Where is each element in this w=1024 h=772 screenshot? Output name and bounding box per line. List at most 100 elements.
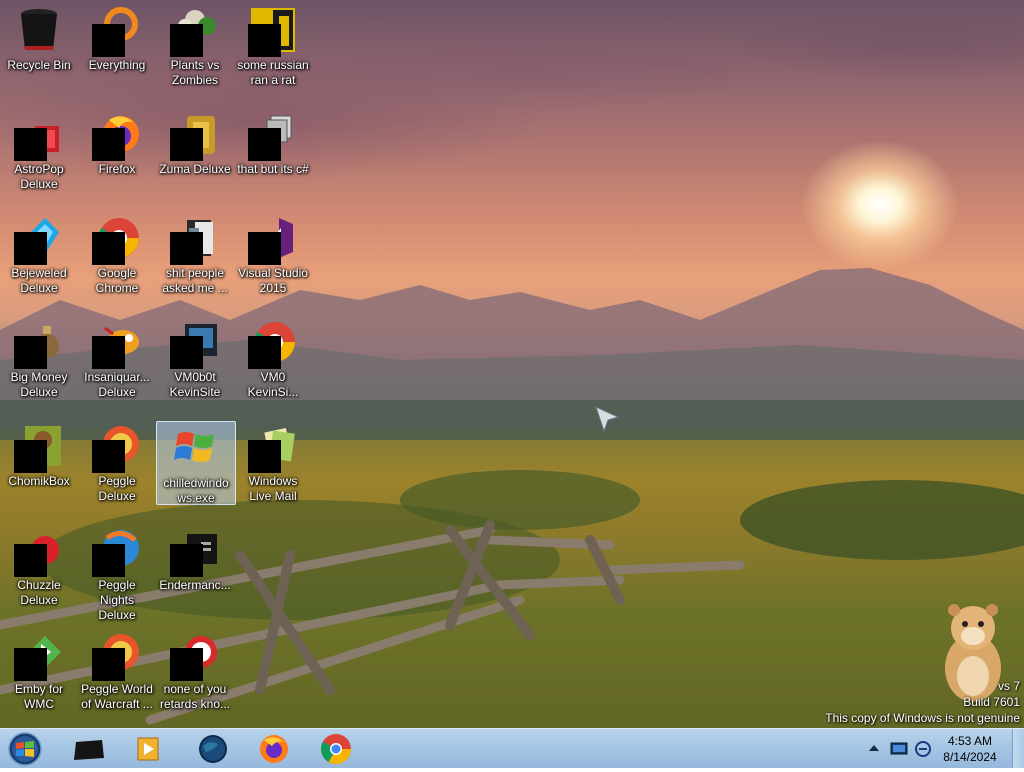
desktop-icon-visual-studio-2015[interactable]: Visual Studio 2015 [234,208,312,296]
icon-label: Zuma Deluxe [159,162,231,176]
clock-time: 4:53 AM [947,734,993,748]
icon-label: VM0 KevinSi... [247,370,299,399]
icon-label: Firefox [98,162,136,176]
icon-label: Visual Studio 2015 [238,266,308,295]
icon-label: Endermanc... [159,578,231,592]
desktop-icon-that-but-its-csharp[interactable]: that but its c# [234,104,312,177]
censor-box [170,336,203,369]
censor-box [92,440,125,473]
icon-label: that but its c# [237,162,309,176]
censor-box [248,24,281,57]
desktop-icon-peggle-nights-deluxe[interactable]: Peggle Nights Deluxe [78,520,156,623]
censor-box [170,128,203,161]
censor-box [248,128,281,161]
censor-box [14,128,47,161]
watermark-line-1: vs 7 [997,679,1020,693]
censor-box [248,336,281,369]
desktop-icon-firefox[interactable]: Firefox [78,104,156,177]
taskbar-chrome-button[interactable] [310,732,362,766]
censor-box [170,648,203,681]
windows-logo-icon [174,432,214,462]
icon-label: Emby for WMC [14,682,63,711]
icon-label: Plants vs Zombies [170,58,220,87]
censor-box [92,232,125,265]
censor-box [92,128,125,161]
watermark-line-2: Build 7601 [963,695,1020,709]
desktop-icon-endermanch[interactable]: Endermanc... [156,520,234,593]
taskbar-clock[interactable]: 4:53 AM 8/14/2024 [930,733,1010,765]
censor-box [14,544,47,577]
terminal-icon [74,740,104,760]
desktop-icon-astropop-deluxe[interactable]: AstroPop Deluxe [0,104,78,192]
desktop-icon-vm0-kevinsite[interactable]: VM0 KevinSi... [234,312,312,400]
desktop-icon-shit-people-asked-me[interactable]: shit people asked me ... [156,208,234,296]
chrome-icon [320,734,351,765]
show-desktop-button[interactable] [1012,729,1024,768]
icon-label: Peggle Nights Deluxe [98,578,136,622]
icon-label: Chuzzle Deluxe [17,578,61,607]
globe-icon [199,735,227,763]
icon-label: ChomikBox [8,474,70,488]
show-hidden-icons-icon[interactable] [868,743,880,753]
desktop-icon-peggle-world-of-warcraft[interactable]: Peggle World of Warcraft ... [78,624,156,712]
icon-label: Recycle Bin [7,58,71,72]
desktop-icon-recycle-bin[interactable]: Recycle Bin [0,0,78,73]
taskbar: 4:53 AM 8/14/2024 [0,728,1024,768]
recycle-bin-icon [21,9,57,50]
censor-box [14,232,47,265]
censor-box [170,544,203,577]
network-icon[interactable] [890,741,908,757]
icon-label: some russian ran a rat [237,58,309,87]
taskbar-firefox-button[interactable] [248,732,300,766]
icon-label: Peggle Deluxe [98,474,136,503]
desktop-icon-chomikbox[interactable]: ChomikBox [0,416,78,489]
taskbar-globe-button[interactable] [186,732,238,766]
desktop-icon-emby-for-wmc[interactable]: Emby for WMC [0,624,78,712]
desktop-icon-chilledwindows[interactable]: chilledwindows.exe [156,421,236,505]
icon-label: Big Money Deluxe [10,370,68,399]
desktop-icon-insaniquarium-deluxe[interactable]: Insaniquar... Deluxe [78,312,156,400]
icon-label: Bejeweled Deluxe [11,266,67,295]
icon-label: none of you retards kno... [159,682,231,711]
desktop-icon-vm0b0t-kevinsite[interactable]: VM0b0t KevinSite [156,312,234,400]
clock-date: 8/14/2024 [943,750,997,764]
desktop[interactable]: Recycle Bin Everything Plants vs Zombies [0,0,1024,728]
mouse-cursor-icon [595,406,620,433]
icon-label: Insaniquar... Deluxe [84,370,150,399]
icon-label: Google Chrome [95,266,139,295]
icon-label: shit people asked me ... [162,266,228,295]
desktop-icon-some-russian-ran-a-rat[interactable]: some russian ran a rat [234,0,312,88]
desktop-icon-windows-live-mail[interactable]: Windows Live Mail [234,416,312,504]
watermark-line-3: This copy of Windows is not genuine [825,711,1020,725]
desktop-icon-zuma-deluxe[interactable]: Zuma Deluxe [156,104,234,177]
desktop-icon-bejeweled-deluxe[interactable]: Bejeweled Deluxe [0,208,78,296]
icon-label: chilledwindows.exe [163,476,229,505]
desktop-icon-google-chrome[interactable]: Google Chrome [78,208,156,296]
censor-box [92,336,125,369]
icon-label: Everything [88,58,146,72]
desktop-icon-none-of-you-know[interactable]: none of you retards kno... [156,624,234,712]
icon-label: AstroPop Deluxe [14,162,64,191]
censor-box [14,440,47,473]
desktop-icon-everything[interactable]: Everything [78,0,156,73]
start-orb-icon [8,732,42,766]
desktop-icon-big-money-deluxe[interactable]: Big Money Deluxe [0,312,78,400]
taskbar-terminal-button[interactable] [62,732,114,766]
windows-watermark: vs 7 Build 7601 This copy of Windows is … [825,678,1020,726]
desktop-icon-plants-vs-zombies[interactable]: Plants vs Zombies [156,0,234,88]
censor-box [14,648,47,681]
censor-box [92,24,125,57]
taskbar-media-player-button[interactable] [122,732,174,766]
censor-box [170,232,203,265]
desktop-icon-peggle-deluxe[interactable]: Peggle Deluxe [78,416,156,504]
icon-label: Peggle World of Warcraft ... [81,682,153,711]
media-player-icon [137,737,159,761]
censor-box [248,232,281,265]
censor-box [170,24,203,57]
censor-box [14,336,47,369]
firefox-icon [260,735,288,763]
icon-label: VM0b0t KevinSite [169,370,221,399]
censor-box [92,648,125,681]
start-button[interactable] [5,731,45,767]
desktop-icon-chuzzle-deluxe[interactable]: Chuzzle Deluxe [0,520,78,608]
